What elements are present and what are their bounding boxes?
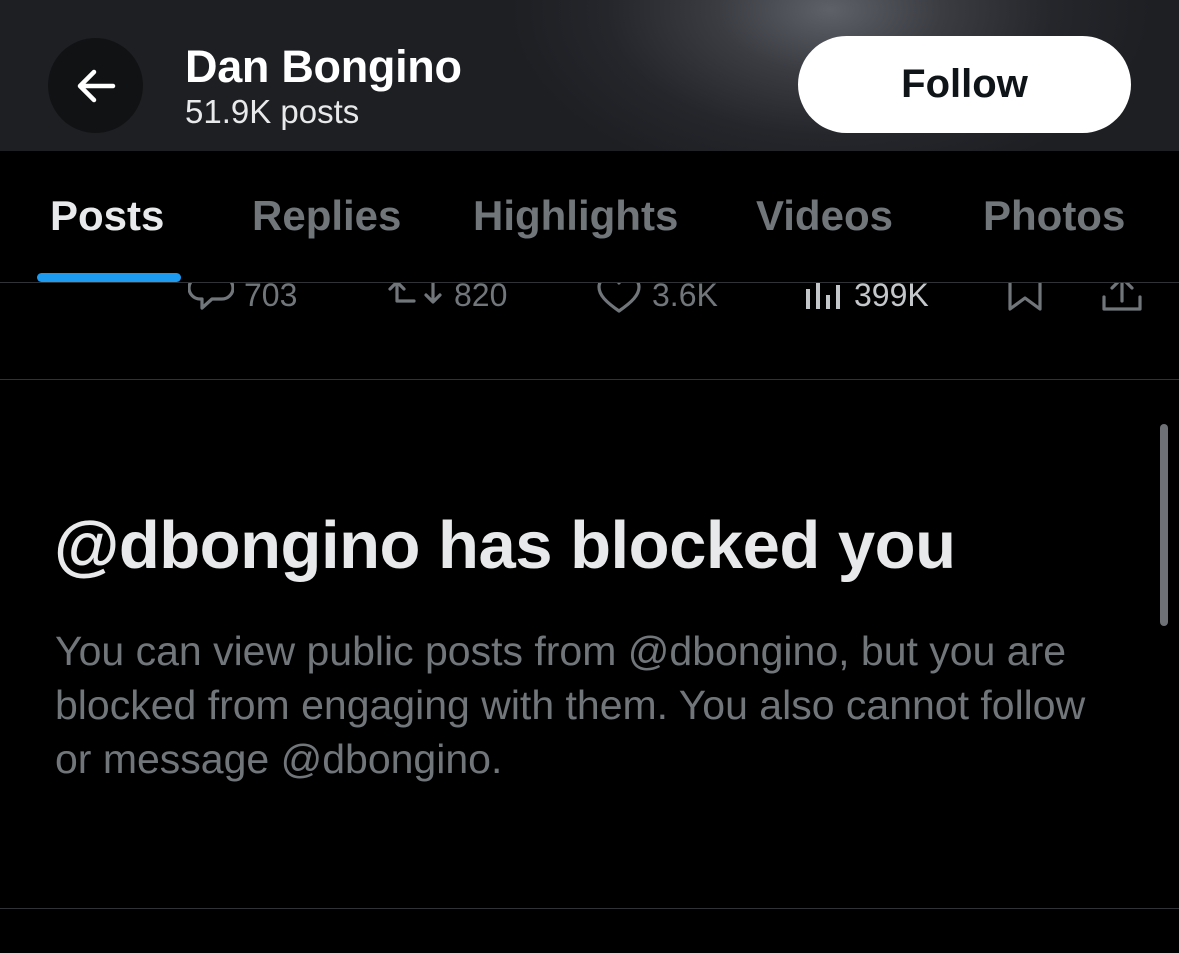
tab-posts[interactable]: Posts (50, 191, 164, 241)
post-count: 51.9K posts (185, 93, 360, 130)
blocked-description: You can view public posts from @dbongino… (55, 628, 1086, 782)
share-action[interactable] (1100, 283, 1144, 315)
bookmark-icon (1006, 283, 1046, 315)
views-chart-icon (804, 283, 844, 315)
bottom-divider (0, 908, 1179, 909)
tab-photos[interactable]: Photos (983, 191, 1125, 241)
bookmark-action[interactable] (1006, 283, 1046, 315)
reply-icon (188, 283, 234, 315)
views-action[interactable]: 399K (804, 283, 929, 315)
active-tab-indicator (37, 273, 181, 282)
tab-replies[interactable]: Replies (252, 191, 401, 241)
tab-highlights[interactable]: Highlights (473, 191, 678, 241)
like-action[interactable]: 3.6K (596, 283, 718, 315)
repost-count: 820 (454, 283, 508, 313)
tweet-action-row: 703 820 3.6K 399K (0, 283, 1179, 379)
tab-videos[interactable]: Videos (756, 191, 893, 241)
profile-header: Dan Bongino 51.9K posts Follow (0, 0, 1179, 151)
blocked-title: @dbongino has blocked you (54, 508, 956, 583)
share-icon (1100, 283, 1144, 315)
scrollbar[interactable] (1160, 424, 1168, 626)
repost-icon (386, 283, 444, 315)
back-button[interactable] (48, 38, 143, 133)
heart-icon (596, 283, 642, 315)
repost-action[interactable]: 820 (386, 283, 507, 315)
reply-count: 703 (244, 283, 298, 313)
views-count: 399K (854, 283, 929, 313)
profile-tabs: Posts Replies Highlights Videos Photos (0, 151, 1179, 283)
reply-action[interactable]: 703 (188, 283, 297, 315)
profile-name: Dan Bongino (185, 41, 462, 92)
arrow-left-icon (76, 69, 116, 103)
tweet-divider (0, 379, 1179, 380)
follow-button[interactable]: Follow (798, 36, 1131, 133)
like-count: 3.6K (652, 283, 718, 313)
